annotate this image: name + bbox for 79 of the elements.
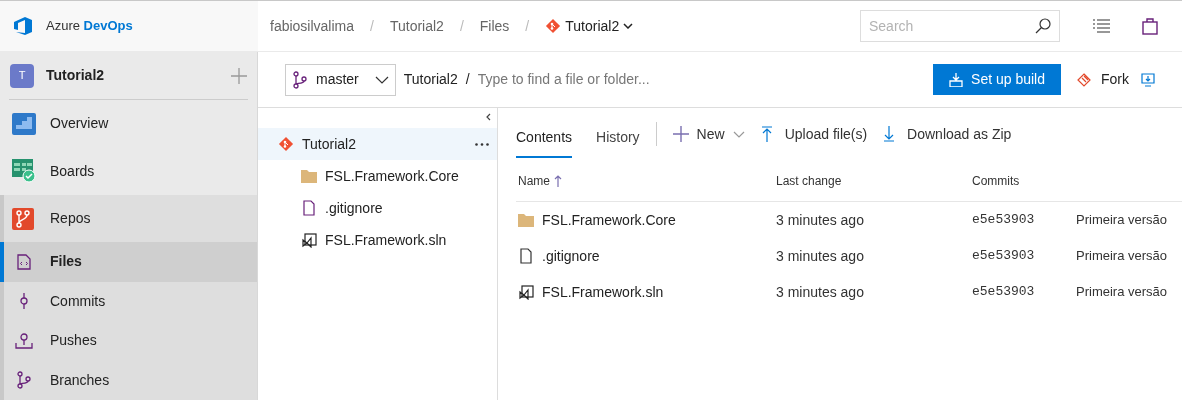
tab[interactable]: History (596, 118, 640, 158)
brand-name[interactable]: Azure DevOps (46, 16, 133, 36)
logo-icon (12, 15, 34, 37)
solution-file-icon (518, 284, 534, 300)
tree-item[interactable]: FSL.Framework.Core (258, 160, 497, 192)
search-icon (1034, 17, 1052, 35)
clone-icon[interactable] (1141, 72, 1155, 87)
last-change-cell-text: 3 minutes ago (776, 246, 865, 266)
download-zip-button[interactable]: Download as Zip (883, 123, 1012, 145)
branch-icon (292, 70, 308, 89)
breadcrumb-separator: / (459, 16, 464, 36)
chevron-down-icon (374, 75, 389, 84)
commit-message: Primeira versão (1076, 247, 1168, 266)
folder-icon (518, 213, 534, 227)
download-icon (883, 126, 896, 142)
more-icon[interactable] (475, 142, 489, 146)
chart-icon (12, 112, 36, 135)
table-row[interactable]: .gitignore 3 minutes ago e5e53903 Primeira versão (516, 238, 1182, 274)
new-button[interactable]: New (672, 123, 745, 145)
tree-item[interactable]: FSL.Framework.sln (258, 224, 497, 256)
file-icon (303, 200, 315, 216)
table-row[interactable]: FSL.Framework.sln 3 minutes ago e5e53903 Primeira versão (516, 274, 1182, 310)
last-change-cell-text: 3 minutes ago (776, 282, 865, 302)
breadcrumb-link[interactable]: Tutorial2 (389, 15, 444, 37)
build-icon (949, 72, 964, 87)
commit-message: Primeira versão (1076, 211, 1168, 230)
commit-icon (19, 292, 29, 311)
board-check-icon (12, 159, 36, 184)
chevron-down-icon (732, 130, 745, 138)
fork-button[interactable]: Fork (1077, 69, 1129, 90)
search-field[interactable]: Search (860, 10, 1060, 42)
push-icon (15, 332, 33, 349)
last-change-cell-text: 3 minutes ago (776, 210, 865, 230)
breadcrumb-separator: / (370, 16, 374, 36)
set-up-build-button[interactable]: Set up build (933, 64, 1061, 95)
file-icon (520, 248, 532, 264)
fork-icon (1077, 72, 1093, 87)
nav-item[interactable]: Commits (0, 281, 257, 322)
commit-id[interactable]: e5e53903 (972, 282, 1076, 302)
nav-item[interactable]: Repos (0, 194, 257, 243)
branch-dropdown[interactable]: master (285, 63, 396, 96)
column-header[interactable]: Commits (972, 171, 1020, 190)
commit-id[interactable]: e5e53903 (972, 246, 1076, 266)
solution-file-icon (301, 232, 317, 248)
sort-up-icon (554, 174, 562, 187)
path-search-field[interactable]: Type to find a file or folder... (477, 69, 934, 90)
upload-icon (760, 126, 773, 142)
chevron-down-icon[interactable] (623, 23, 634, 29)
column-header[interactable]: Name (518, 171, 550, 190)
code-file-icon (17, 253, 31, 270)
breadcrumb-separator: / (525, 16, 530, 36)
breadcrumb-link[interactable]: Files (479, 15, 510, 37)
project-avatar: T (10, 63, 34, 88)
repo-breadcrumb[interactable]: Tutorial2 (565, 15, 620, 37)
column-header[interactable]: Last change (776, 171, 972, 190)
nav-item[interactable]: Pushes (0, 321, 257, 361)
nav-item[interactable]: Branches (0, 360, 257, 400)
nav-item[interactable]: Files (0, 242, 257, 282)
branch-icon (16, 371, 32, 390)
path-root[interactable]: Tutorial2 (403, 69, 458, 90)
file-name[interactable]: FSL.Framework.Core (542, 209, 676, 231)
commit-message: Primeira versão (1076, 283, 1168, 302)
tree-item[interactable]: .gitignore (258, 192, 497, 224)
collapse-icon[interactable] (485, 112, 491, 122)
branch-tile-icon (12, 206, 36, 231)
tree-root[interactable]: Tutorial2 (258, 128, 497, 160)
path-separator: / (465, 70, 470, 89)
table-row[interactable]: FSL.Framework.Core 3 minutes ago e5e53903 Primeira versão (516, 202, 1182, 238)
list-icon[interactable] (1092, 19, 1110, 33)
upload-button[interactable]: Upload file(s) (760, 123, 868, 145)
project-name[interactable]: Tutorial2 (46, 65, 219, 87)
file-name[interactable]: FSL.Framework.sln (542, 281, 664, 303)
folder-icon (301, 169, 317, 183)
shopping-bag-icon[interactable] (1142, 17, 1158, 35)
file-name[interactable]: .gitignore (542, 245, 600, 267)
tab[interactable]: Contents (516, 118, 573, 158)
breadcrumb-link[interactable]: fabiosilvalima (270, 15, 355, 37)
plus-icon (672, 126, 689, 142)
commit-id[interactable]: e5e53903 (972, 210, 1076, 230)
